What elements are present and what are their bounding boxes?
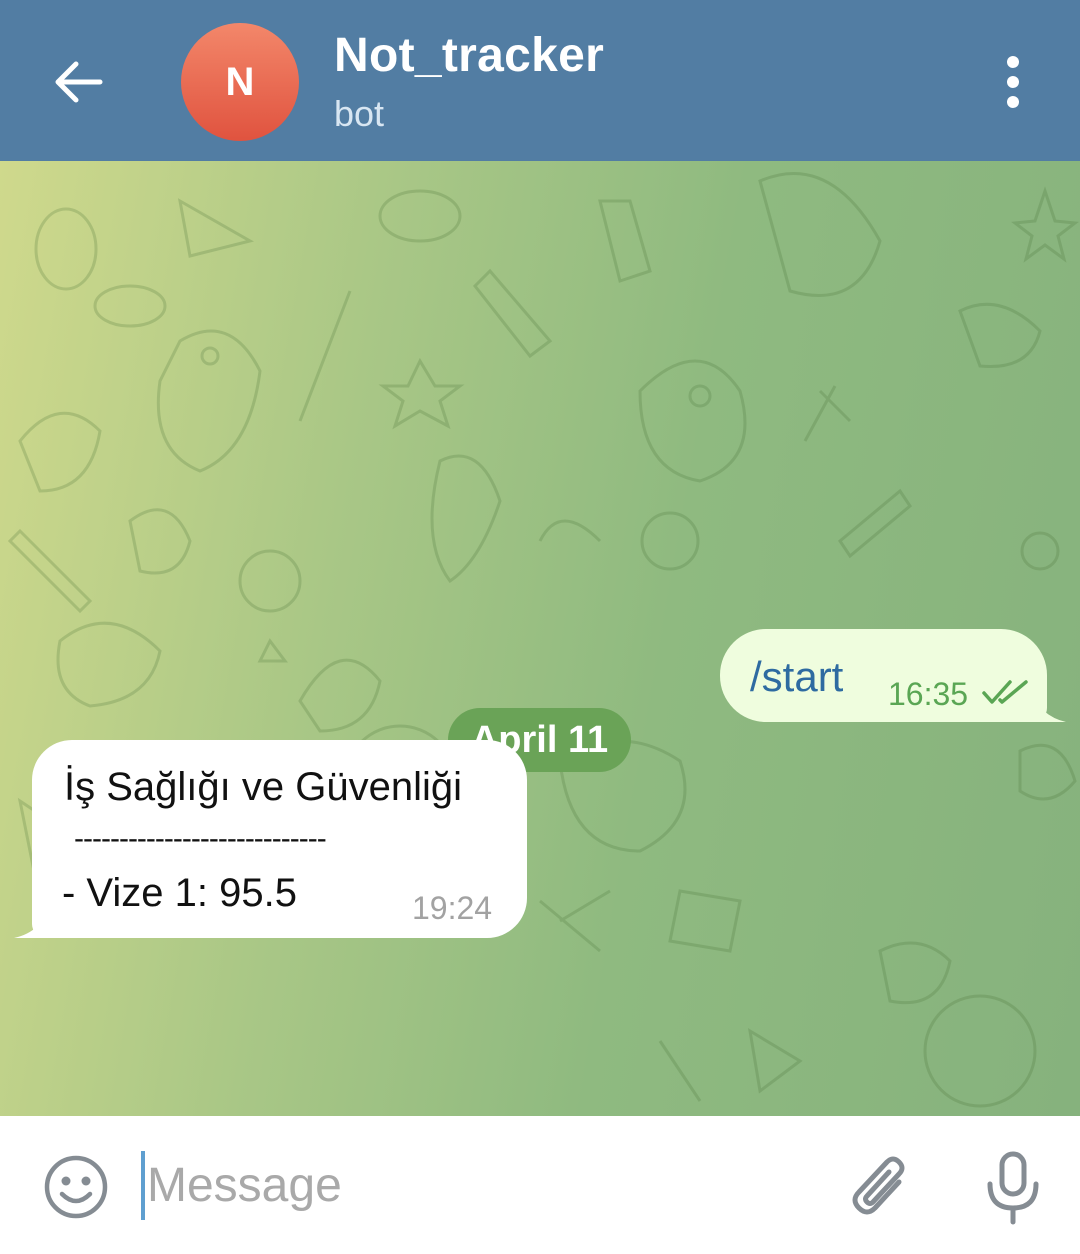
text-cursor — [141, 1151, 145, 1220]
double-check-icon — [982, 680, 1028, 704]
outgoing-bubble-tail — [1030, 690, 1066, 722]
outgoing-message-time: 16:35 — [888, 676, 969, 712]
emoji-icon[interactable] — [43, 1154, 109, 1220]
incoming-message-divider: ---------------------------- — [74, 822, 327, 855]
chat-header: N Not_tracker bot — [0, 0, 1080, 161]
incoming-bubble-tail — [14, 904, 50, 938]
incoming-message-grade: - Vize 1: 95.5 — [62, 871, 297, 915]
chat-title[interactable]: Not_tracker — [334, 28, 604, 83]
incoming-message-time: 19:24 — [412, 890, 493, 926]
chat-subtitle: bot — [334, 93, 385, 134]
microphone-icon[interactable] — [982, 1150, 1044, 1226]
outgoing-message-text: /start — [750, 653, 844, 700]
avatar-letter: N — [225, 59, 255, 104]
avatar[interactable]: N — [181, 23, 299, 141]
arrow-left-icon[interactable] — [48, 50, 108, 110]
incoming-message-title: İş Sağlığı ve Güvenliği — [64, 765, 462, 809]
message-input[interactable]: Message — [147, 1158, 342, 1213]
paperclip-icon[interactable] — [845, 1150, 913, 1222]
more-vertical-icon[interactable] — [996, 54, 1030, 110]
